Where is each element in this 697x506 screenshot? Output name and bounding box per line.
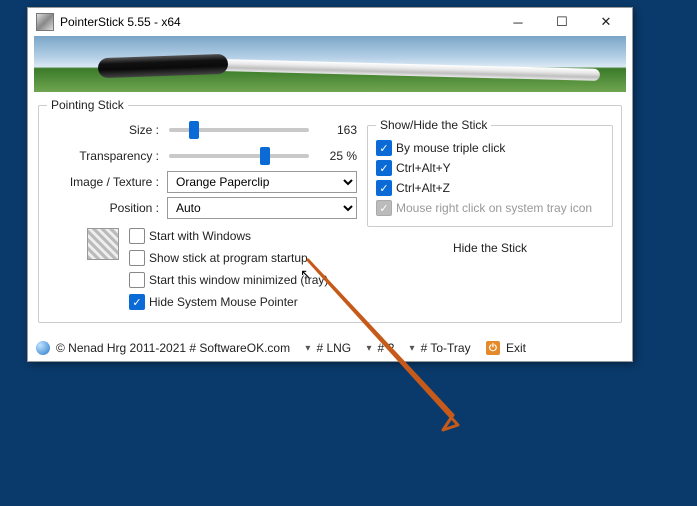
globe-icon	[36, 341, 50, 355]
ctrl-alt-y-label: Ctrl+Alt+Y	[396, 161, 451, 175]
dropdown-icon: ▾	[305, 343, 310, 354]
image-label: Image / Texture :	[47, 175, 167, 189]
start-with-windows-label: Start with Windows	[149, 229, 251, 243]
image-select[interactable]: Orange Paperclip	[167, 171, 357, 193]
ctrl-alt-z-checkbox[interactable]: ✓	[376, 180, 392, 196]
copyright-text: © Nenad Hrg 2011-2021 # SoftwareOK.com	[56, 341, 290, 355]
texture-thumbnail-icon	[87, 228, 119, 260]
tray-right-click-label: Mouse right click on system tray icon	[396, 201, 592, 215]
ctrl-alt-y-checkbox[interactable]: ✓	[376, 160, 392, 176]
position-select[interactable]: Auto	[167, 197, 357, 219]
window-title: PointerStick 5.55 - x64	[60, 15, 496, 29]
transparency-label: Transparency :	[47, 149, 167, 163]
hide-the-stick-button[interactable]: Hide the Stick	[367, 235, 613, 261]
exit-link[interactable]: Exit	[506, 341, 526, 355]
transparency-slider[interactable]	[169, 154, 309, 158]
help-link[interactable]: # ?	[378, 341, 395, 355]
triple-click-checkbox[interactable]: ✓	[376, 140, 392, 156]
app-icon	[36, 13, 54, 31]
start-minimized-checkbox[interactable]	[129, 272, 145, 288]
transparency-value: 25 %	[311, 149, 357, 163]
start-with-windows-checkbox[interactable]	[129, 228, 145, 244]
exit-icon: ⏻	[486, 341, 500, 355]
ctrl-alt-z-label: Ctrl+Alt+Z	[396, 181, 450, 195]
app-window: PointerStick 5.55 - x64 ─ ☐ ✕ Pointing S…	[27, 7, 633, 362]
show-stick-startup-label: Show stick at program startup	[149, 251, 308, 265]
fieldset-legend: Pointing Stick	[47, 98, 128, 112]
size-label: Size :	[47, 123, 167, 137]
close-button[interactable]: ✕	[584, 8, 628, 36]
maximize-button[interactable]: ☐	[540, 8, 584, 36]
titlebar: PointerStick 5.55 - x64 ─ ☐ ✕	[28, 8, 632, 36]
show-hide-fieldset: Show/Hide the Stick ✓ By mouse triple cl…	[367, 118, 613, 227]
size-value: 163	[311, 123, 357, 137]
dropdown-icon: ▾	[410, 343, 415, 354]
start-minimized-label: Start this window minimized (tray)	[149, 273, 328, 287]
to-tray-link[interactable]: # To-Tray	[421, 341, 471, 355]
pointing-stick-fieldset: Pointing Stick Size : 163 Transparency :	[38, 98, 622, 323]
size-slider[interactable]	[169, 128, 309, 132]
show-stick-startup-checkbox[interactable]	[129, 250, 145, 266]
lng-link[interactable]: # LNG	[316, 341, 351, 355]
position-label: Position :	[47, 201, 167, 215]
show-hide-legend: Show/Hide the Stick	[376, 118, 491, 132]
banner-image	[34, 36, 626, 92]
tray-right-click-checkbox: ✓	[376, 200, 392, 216]
dropdown-icon: ▾	[366, 343, 371, 354]
hide-mouse-pointer-label: Hide System Mouse Pointer	[149, 295, 298, 309]
footer: © Nenad Hrg 2011-2021 # SoftwareOK.com ▾…	[28, 337, 632, 361]
triple-click-label: By mouse triple click	[396, 141, 505, 155]
minimize-button[interactable]: ─	[496, 8, 540, 36]
hide-mouse-pointer-checkbox[interactable]: ✓	[129, 294, 145, 310]
